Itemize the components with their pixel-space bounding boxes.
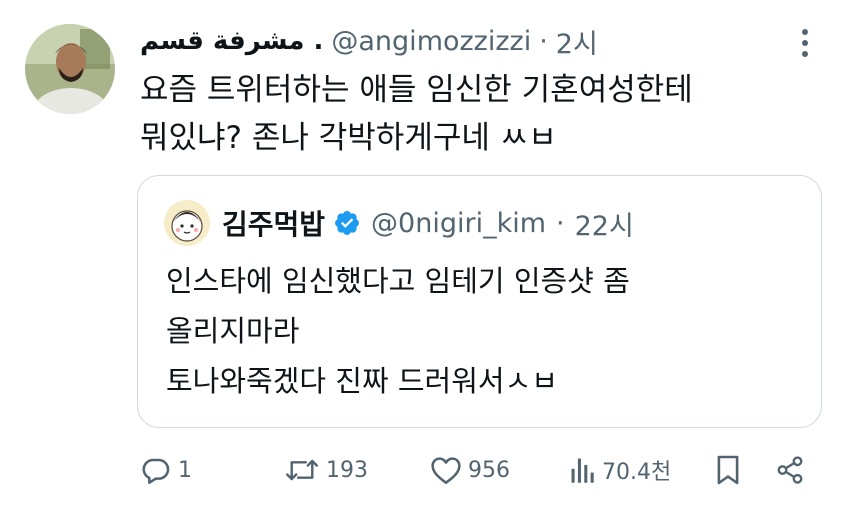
quoted-tweet-time[interactable]: 22시 bbox=[575, 204, 634, 243]
quoted-tweet-header: 김주먹밥 @0nigiri_kim · 22시 bbox=[222, 200, 634, 246]
share-button[interactable] bbox=[775, 445, 805, 495]
reply-icon bbox=[140, 454, 172, 486]
bookmark-icon bbox=[715, 454, 741, 486]
bookmark-button[interactable] bbox=[715, 445, 741, 495]
tweet-text-line: 뭐있냐? 존나 각박하게구네 ㅆㅂ bbox=[140, 120, 557, 156]
like-count: 956 bbox=[468, 457, 510, 483]
author-avatar[interactable] bbox=[25, 24, 115, 114]
tweet-header: مشرفة قسم . @angimozzizzi · 2시 bbox=[140, 20, 598, 62]
quoted-tweet-text: 인스타에 임신했다고 임테기 인증샷 좀 올리지마라 토나와죽겠다 진짜 드러워… bbox=[166, 256, 806, 406]
quoted-author-handle[interactable]: @0nigiri_kim bbox=[371, 208, 546, 239]
verified-badge-icon bbox=[333, 209, 361, 237]
tweet-time[interactable]: 2시 bbox=[556, 22, 598, 61]
author-handle[interactable]: @angimozzizzi bbox=[331, 26, 531, 57]
like-button[interactable]: 956 bbox=[430, 445, 510, 495]
heart-icon bbox=[430, 455, 462, 485]
quoted-author-name[interactable]: 김주먹밥 bbox=[222, 203, 325, 243]
views-icon bbox=[570, 456, 596, 484]
quoted-header-separator: · bbox=[556, 207, 565, 239]
header-separator: · bbox=[539, 25, 548, 57]
share-icon bbox=[775, 455, 805, 485]
retweet-count: 193 bbox=[326, 457, 368, 483]
reply-button[interactable]: 1 bbox=[140, 445, 192, 495]
author-name[interactable]: مشرفة قسم . bbox=[140, 26, 323, 56]
views-count: 70.4천 bbox=[602, 460, 672, 485]
retweet-icon bbox=[284, 454, 320, 486]
quoted-text-line: 인스타에 임신했다고 임테기 인증샷 좀 bbox=[166, 264, 630, 298]
action-bar: 1 193 956 70.4천 bbox=[0, 445, 850, 495]
tweet-text: 요즘 트위터하는 애들 임신한 기혼여성한테 뭐있냐? 존나 각박하게구네 ㅆㅂ bbox=[140, 66, 820, 162]
more-vertical-icon[interactable] bbox=[798, 28, 812, 62]
quoted-text-line: 올리지마라 bbox=[166, 314, 300, 348]
quoted-text-line: 토나와죽겠다 진짜 드러워서ㅅㅂ bbox=[166, 364, 558, 398]
retweet-button[interactable]: 193 bbox=[284, 445, 368, 495]
quoted-author-avatar[interactable] bbox=[164, 200, 210, 246]
reply-count: 1 bbox=[178, 457, 192, 483]
tweet-text-line: 요즘 트위터하는 애들 임신한 기혼여성한테 bbox=[140, 72, 693, 108]
views-button[interactable]: 70.4천 bbox=[570, 445, 671, 495]
quoted-tweet[interactable]: 김주먹밥 @0nigiri_kim · 22시 인스타에 임신했다고 임테기 인… bbox=[137, 175, 822, 428]
